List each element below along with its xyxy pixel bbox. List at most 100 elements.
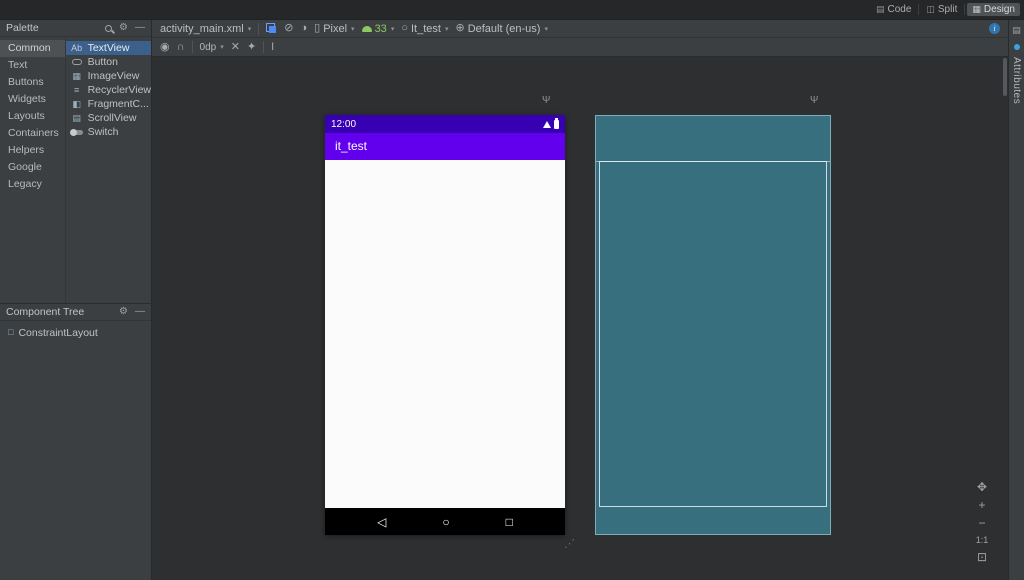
device-selector[interactable]: ▯ Pixel ▾ [314,23,354,35]
pan-icon[interactable]: ✥ [977,481,987,493]
palette-category-google[interactable]: Google [0,159,65,176]
zoom-fit-button[interactable]: ⊡ [977,551,987,563]
component-tree-title: Component Tree [6,306,85,318]
view-options-eye-icon[interactable]: ◉ [160,41,170,53]
separator [964,4,966,15]
nav-home-icon: ○ [442,514,450,529]
wifi-icon [543,120,551,128]
chevron-down-icon: ▾ [390,25,395,33]
fragmentcontainerview-icon: ◧ [72,98,81,109]
split-view-label: Split [937,4,958,15]
blueprint-surface[interactable] [595,115,831,535]
palette-item-label: ImageView [87,70,140,82]
palette-category-text[interactable]: Text [0,57,65,74]
zoom-ratio-button[interactable]: 1:1 [976,535,989,545]
infer-constraints-icon[interactable]: ✦ [247,41,256,53]
blueprint-content-outline[interactable] [599,161,827,507]
palette-category-layouts[interactable]: Layouts [0,108,65,125]
status-icons [543,117,559,129]
zoom-out-button[interactable]: − [978,517,985,529]
issues-indicator-icon[interactable]: i [989,23,1000,34]
device-status-bar: 12:00 [325,115,565,133]
palette-item-label: FragmentC... [87,98,149,110]
palette-item-scrollview[interactable]: ▤ ScrollView [66,111,151,125]
resize-handle-icon[interactable]: ⋰ [564,537,575,550]
pack-align-icon[interactable]: I [271,41,274,53]
component-tree-panel: Component Tree ⚙ — □ ConstraintLayout [0,303,151,580]
night-mode-icon[interactable]: ⊘ [284,23,293,34]
separator [191,41,193,53]
app-bar-title: it_test [325,133,565,160]
status-time: 12:00 [331,118,357,130]
component-tree-item-constraintlayout[interactable]: □ ConstraintLayout [0,325,151,340]
palette-item-fragmentcontainerview[interactable]: ◧ FragmentC... [66,97,151,111]
component-tree-settings-icon[interactable]: ⚙ [119,307,128,317]
editor-titlebar: ▤ Code ◫ Split ▦ Design [0,0,1024,20]
component-tree-header: Component Tree ⚙ — [0,304,151,321]
right-panel-strip: ▤ Attributes [1008,20,1024,580]
device-screen-content[interactable] [325,160,565,508]
theme-selector[interactable]: ○ It_test ▾ [401,23,448,35]
design-toolbar-top: activity_main.xml ▾ ⊘ ◑ ▯ Pixel ▾ 33 ▾ ○… [152,20,1008,38]
locale-icon: ⊕ [455,22,465,34]
palette-title: Palette [6,22,39,34]
theme-name: It_test [410,22,441,35]
design-toolbar-constraints: ◉ ∩ 0dp ▾ ✕ ✦ I [152,38,1008,57]
panel-toggle-icon[interactable]: ▤ [1012,26,1021,35]
palette-item-label: TextView [87,42,130,54]
zoom-controls: ✥ + − 1:1 ⊡ [972,481,992,563]
chevron-down-icon: ▾ [220,44,224,51]
api-level-selector[interactable]: 33 ▾ [361,22,395,35]
search-icon[interactable] [105,24,113,32]
device-nav-bar: ◁ ○ □ [325,508,565,535]
api-level: 33 [374,22,387,35]
design-surface[interactable]: 12:00 it_test ◁ ○ □ [325,115,565,535]
palette-header: Palette ⚙ — [0,20,151,37]
palette-item-imageview[interactable]: ▦ ImageView [66,69,151,83]
locale-selector[interactable]: ⊕ Default (en-us) ▾ [455,23,548,35]
chevron-down-icon: ▾ [247,25,252,33]
palette-category-buttons[interactable]: Buttons [0,74,65,91]
autoconnect-magnet-icon[interactable]: ∩ [177,41,185,53]
separator [263,41,265,53]
locale-name: Default (en-us) [467,22,541,35]
palette-category-list: Common Text Buttons Widgets Layouts Cont… [0,37,65,303]
editor-mode-switcher: ▤ Code ◫ Split ▦ Design [871,3,1020,16]
file-selector[interactable]: activity_main.xml ▾ [160,23,251,35]
canvas-vertical-scrollbar[interactable] [1003,58,1007,96]
device-name: Pixel [323,22,348,35]
palette-category-widgets[interactable]: Widgets [0,91,65,108]
palette-category-helpers[interactable]: Helpers [0,142,65,159]
palette-minimize-icon[interactable]: — [135,23,145,33]
design-canvas[interactable]: Ψ Ψ 12:00 it_test ◁ ○ □ ✥ + − 1:1 ⊡ ⋰ [152,57,1008,580]
design-surface-icon[interactable] [266,23,277,34]
palette-category-containers[interactable]: Containers [0,125,65,142]
palette-item-recyclerview[interactable]: ≡ RecyclerView [66,83,151,97]
zoom-in-button[interactable]: + [978,499,985,511]
split-view-button[interactable]: ◫ Split [921,3,962,16]
code-view-button[interactable]: ▤ Code [871,3,916,16]
palette-category-common[interactable]: Common [0,40,65,57]
palette-item-switch[interactable]: Switch [66,125,151,139]
palette-item-list: Ab TextView Button ▦ ImageView ≡ Recycle… [64,37,151,303]
palette-item-textview[interactable]: Ab TextView [65,41,151,55]
left-panel: Palette ⚙ — Common Text Buttons Widgets … [0,20,152,580]
palette-item-label: RecyclerView [87,84,151,96]
default-margin-selector[interactable]: 0dp ▾ [200,42,224,53]
chevron-down-icon: ▾ [444,25,449,33]
chevron-down-icon: ▾ [544,25,548,33]
clear-constraints-icon[interactable]: ✕ [231,41,240,53]
design-view-button[interactable]: ▦ Design [967,3,1020,16]
component-tree-minimize-icon[interactable]: — [135,307,145,317]
color-variant-icon[interactable]: ◑ [300,23,307,34]
palette-item-label: Button [87,56,118,68]
imageview-icon: ▦ [72,70,81,81]
palette-item-button[interactable]: Button [66,55,151,69]
palette-settings-icon[interactable]: ⚙ [119,23,128,33]
default-margin-value: 0dp [199,41,217,53]
separator [258,22,260,35]
palette-category-legacy[interactable]: Legacy [0,176,65,193]
attributes-tab[interactable]: Attributes [1011,57,1022,104]
file-name: activity_main.xml [160,22,244,35]
scrollview-icon: ▤ [72,112,81,123]
